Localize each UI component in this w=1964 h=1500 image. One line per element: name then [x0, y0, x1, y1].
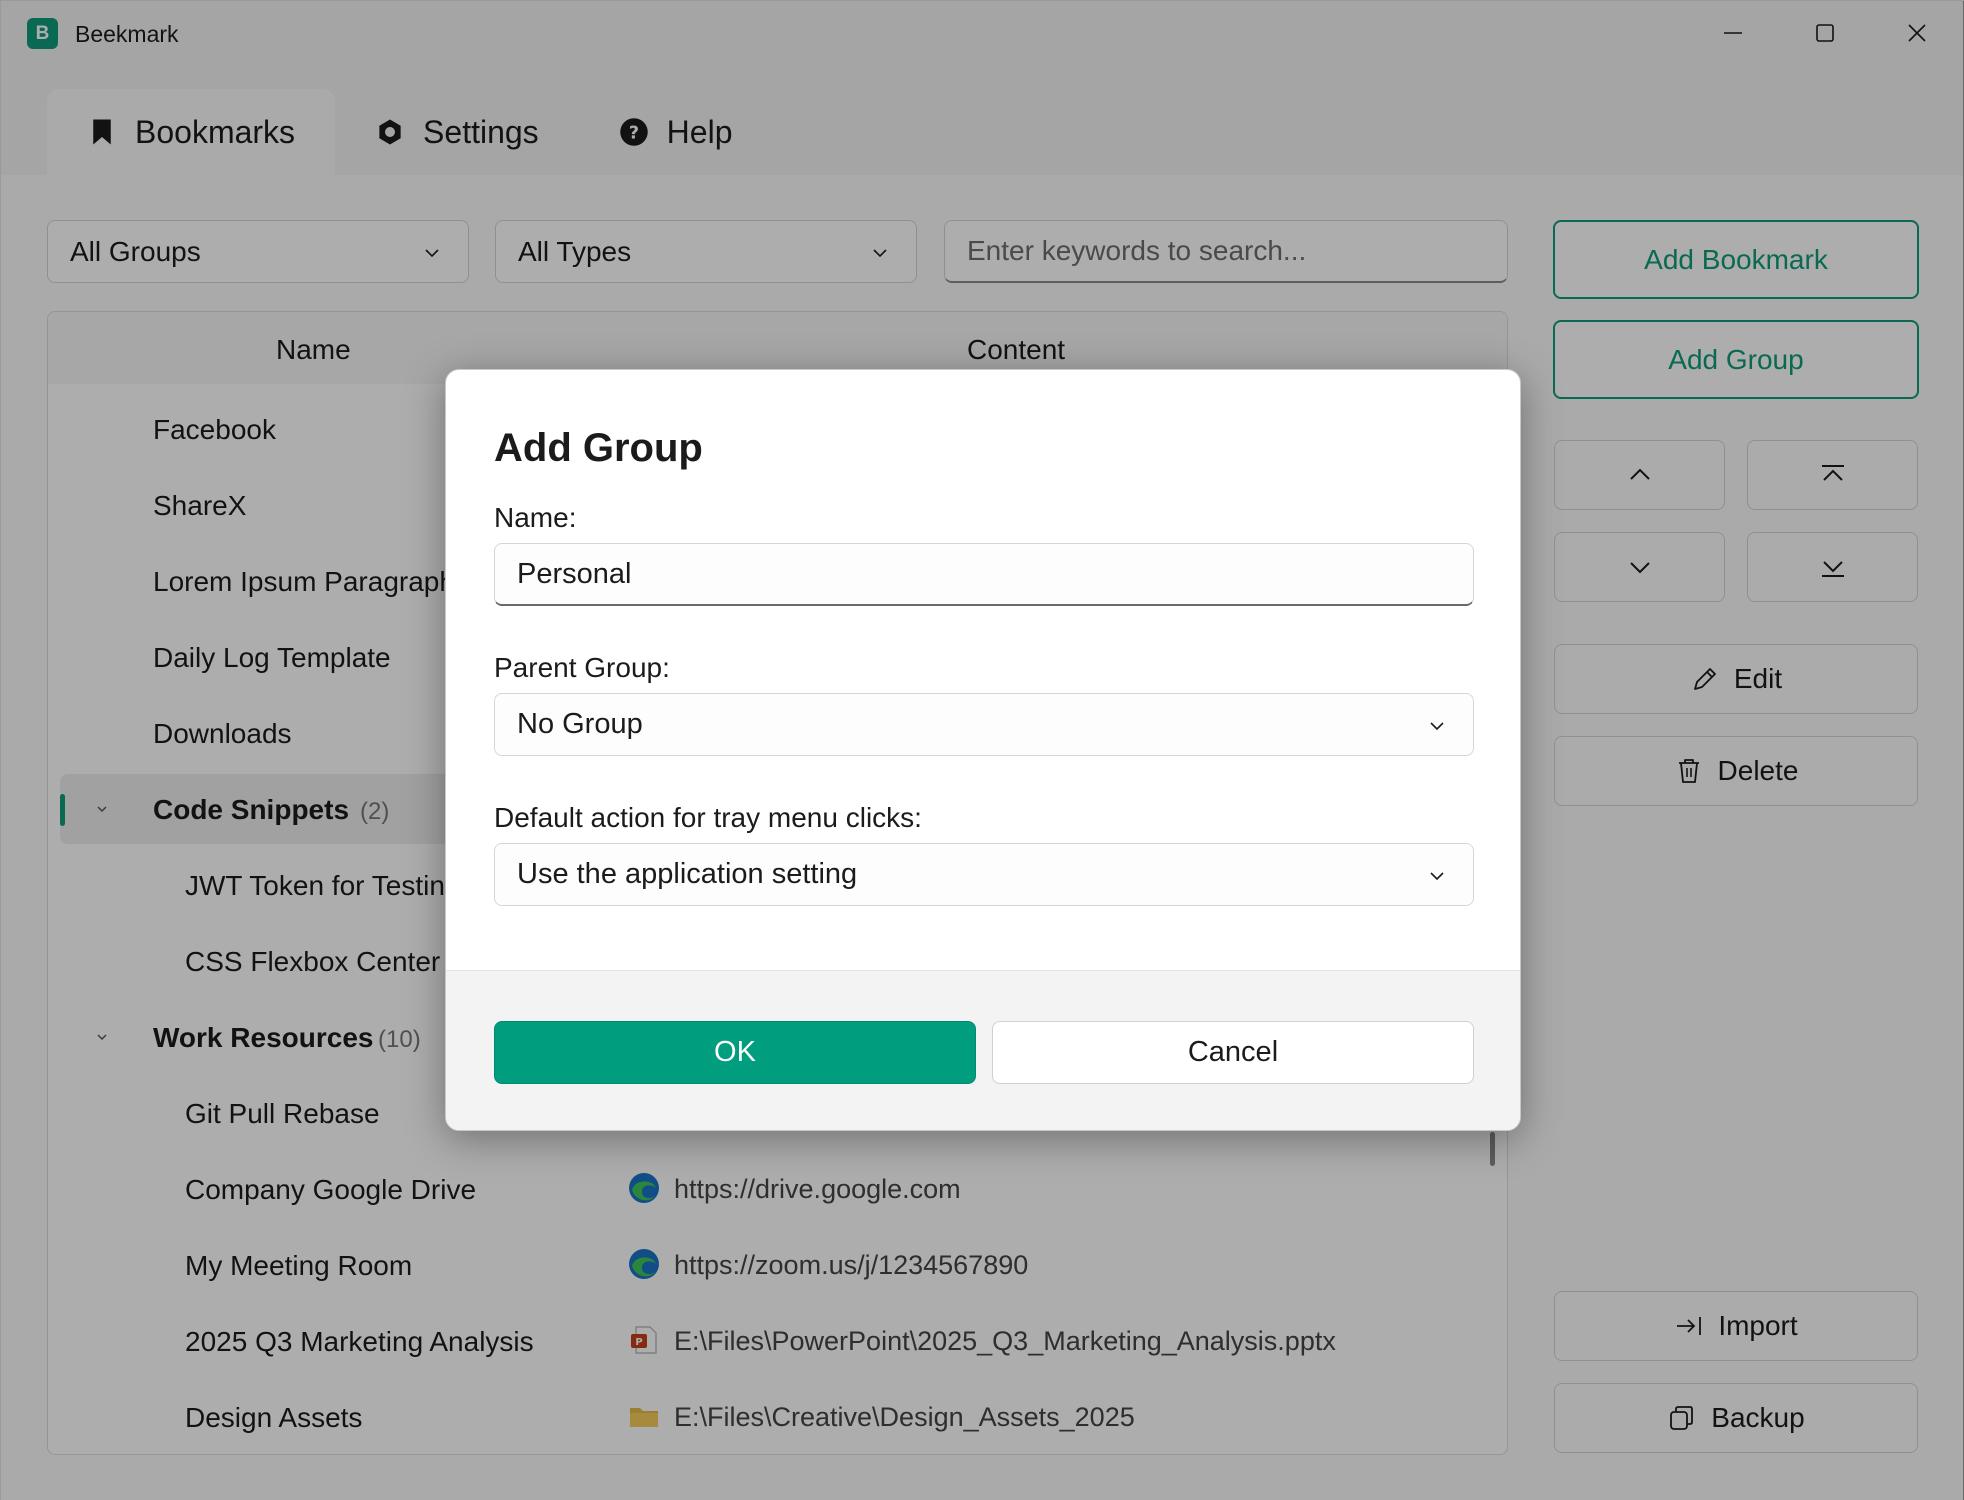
tray-action-select[interactable]: Use the application setting [494, 843, 1474, 906]
app-window: B Beekmark Bookmarks Settings ? Help All… [0, 0, 1964, 1500]
ok-button[interactable]: OK [494, 1021, 976, 1084]
dialog-title: Add Group [494, 426, 703, 470]
parent-group-label: Parent Group: [494, 652, 670, 683]
tray-action-value: Use the application setting [517, 858, 858, 890]
cancel-label: Cancel [1187, 1036, 1279, 1068]
dialog-footer: OK Cancel [446, 970, 1520, 1130]
parent-group-select[interactable]: No Group [494, 693, 1474, 756]
group-name-value: Personal [517, 557, 632, 590]
tray-action-label: Default action for tray menu clicks: [494, 802, 922, 833]
ok-label: OK [714, 1036, 756, 1068]
group-name-input[interactable]: Personal [494, 543, 1474, 606]
parent-group-value: No Group [517, 708, 643, 740]
name-label: Name: [494, 502, 577, 533]
chevron-down-icon [1430, 872, 1444, 881]
cancel-button[interactable]: Cancel [992, 1021, 1474, 1084]
chevron-down-icon [1430, 722, 1444, 731]
add-group-dialog: Add Group Name: Personal Parent Group: N… [445, 369, 1521, 1131]
